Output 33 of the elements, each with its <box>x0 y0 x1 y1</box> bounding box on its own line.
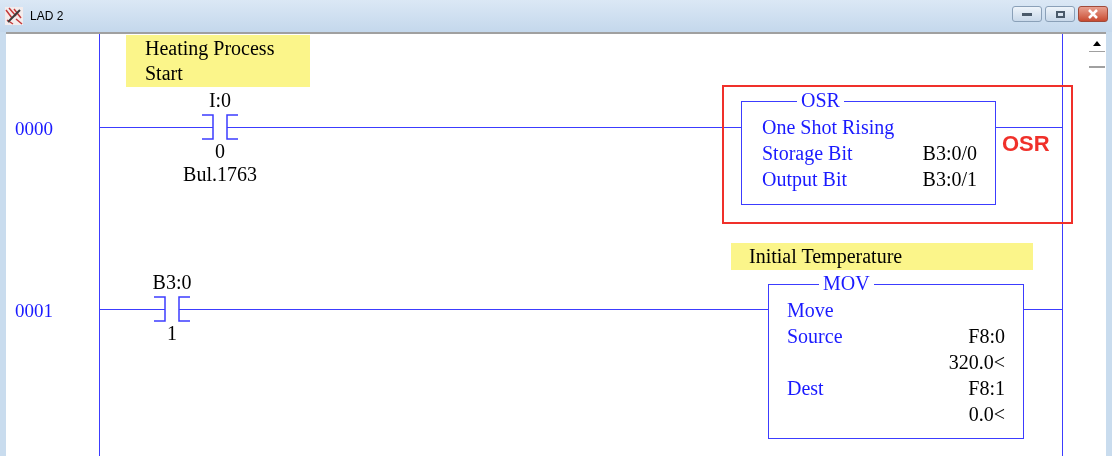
parameter-value: B3:0/1 <box>922 167 977 192</box>
parameter-label: Source <box>787 324 843 349</box>
parameter-value: B3:0/0 <box>922 141 977 166</box>
maximize-button[interactable] <box>1045 6 1075 22</box>
parameter-label: Move <box>787 298 834 323</box>
scrollbar[interactable] <box>1088 32 1106 456</box>
parameter-label: One Shot Rising <box>762 115 892 140</box>
up-arrow-icon <box>1093 41 1101 46</box>
minimize-button[interactable] <box>1012 6 1042 22</box>
contact-bit: 0 <box>214 139 226 163</box>
close-icon <box>1087 9 1099 19</box>
parameter-value: 320.0< <box>948 350 1005 375</box>
rung-comment: Heating Process Start <box>126 35 310 87</box>
highlight-label: OSR <box>1002 132 1050 156</box>
rung-wire <box>99 309 165 310</box>
rung-number: 0000 <box>15 117 53 141</box>
parameter-label: Output Bit <box>762 167 848 192</box>
contact-description: Bul.1763 <box>182 162 258 186</box>
parameter-label: Dest <box>787 376 824 401</box>
window-title: LAD 2 <box>30 8 64 25</box>
close-button[interactable] <box>1078 6 1108 22</box>
rung-comment: Initial Temperature <box>731 243 1033 270</box>
app-icon <box>4 6 24 26</box>
rung-number: 0001 <box>15 299 53 323</box>
contact-address: B3:0 <box>151 270 193 294</box>
contact-bit: 1 <box>166 321 178 345</box>
parameter-label: Storage Bit <box>762 141 854 166</box>
parameter-value: 0.0< <box>968 402 1005 427</box>
contact-address: I:0 <box>207 88 233 112</box>
parameter-value: F8:0 <box>968 324 1005 349</box>
contact-icon <box>154 296 190 322</box>
parameter-value: F8:1 <box>968 376 1005 401</box>
contact-icon <box>202 114 238 140</box>
